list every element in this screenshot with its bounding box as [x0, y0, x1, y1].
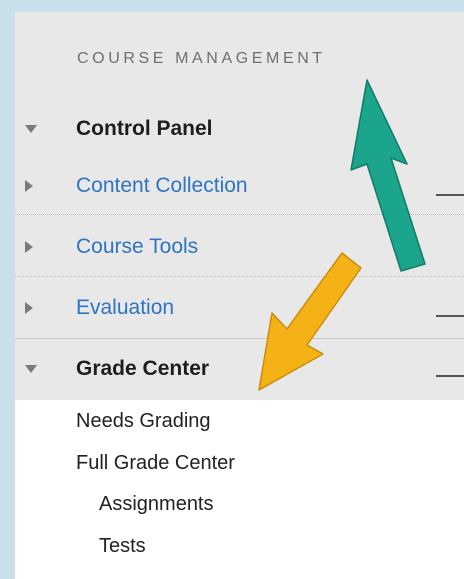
sub-item-full-grade-center[interactable]: Full Grade Center — [76, 452, 235, 475]
triangle-right-icon[interactable] — [25, 302, 33, 314]
triangle-right-icon[interactable] — [25, 180, 33, 192]
menu-item-control-panel[interactable]: Control Panel — [15, 114, 464, 144]
menu-item-content-collection-label[interactable]: Content Collection — [76, 174, 248, 198]
right-stub-content-collection — [436, 194, 464, 196]
menu-item-course-tools-label[interactable]: Course Tools — [76, 235, 198, 259]
divider — [15, 214, 464, 215]
triangle-right-icon[interactable] — [25, 241, 33, 253]
triangle-down-icon[interactable] — [25, 365, 37, 373]
menu-item-grade-center[interactable]: Grade Center — [15, 354, 464, 384]
divider — [15, 338, 464, 339]
divider — [15, 276, 464, 277]
menu-item-course-tools[interactable]: Course Tools — [15, 233, 464, 263]
triangle-down-icon[interactable] — [25, 125, 37, 133]
section-header-course-management: COURSE MANAGEMENT — [77, 50, 326, 67]
course-management-block — [15, 12, 464, 400]
sub-item-assignments[interactable]: Assignments — [99, 493, 214, 516]
menu-item-evaluation-label[interactable]: Evaluation — [76, 296, 174, 320]
menu-item-grade-center-label[interactable]: Grade Center — [76, 357, 209, 381]
sub-item-tests[interactable]: Tests — [99, 535, 146, 558]
menu-item-control-panel-label: Control Panel — [76, 117, 213, 140]
control-panel-sidebar: COURSE MANAGEMENT Control Panel Content … — [15, 12, 464, 579]
menu-item-evaluation[interactable]: Evaluation — [15, 294, 464, 324]
menu-item-content-collection[interactable]: Content Collection — [15, 172, 464, 202]
right-stub-evaluation — [436, 315, 464, 317]
right-stub-grade-center — [436, 375, 464, 377]
sub-item-needs-grading[interactable]: Needs Grading — [76, 410, 211, 433]
